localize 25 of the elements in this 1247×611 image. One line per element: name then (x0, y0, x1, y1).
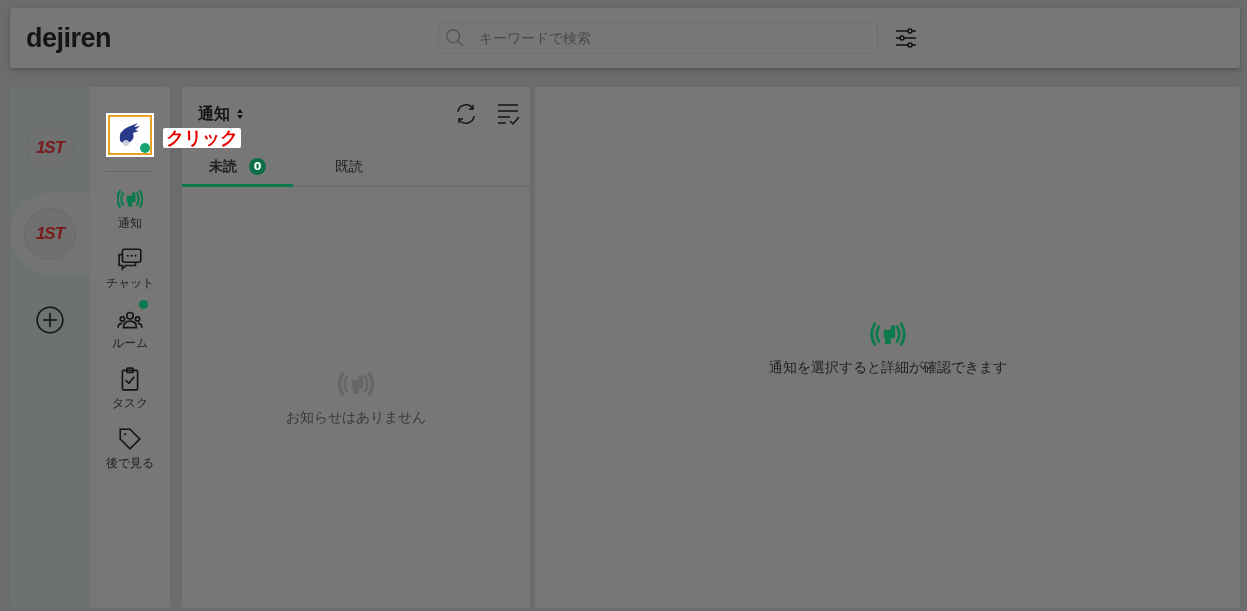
nav-item[interactable]: 後で見る (104, 422, 156, 476)
chat-icon (117, 246, 143, 272)
sort-icon (236, 108, 244, 120)
filter-settings-icon[interactable] (894, 26, 918, 50)
nav-item[interactable]: チャット (104, 242, 156, 296)
refresh-icon[interactable] (454, 102, 478, 126)
workspace-logo[interactable]: 1ST (24, 208, 76, 260)
nav-item[interactable]: 通知 (114, 182, 146, 236)
add-icon[interactable] (36, 306, 64, 334)
click-annotation: クリック (163, 128, 241, 148)
search-icon (444, 27, 466, 49)
detail-hint-message: 通知を選択すると詳細が確認できます (768, 359, 1007, 377)
tag-icon (117, 426, 143, 452)
tab[interactable]: 未読 0 (182, 149, 293, 187)
user-avatar[interactable] (106, 113, 154, 157)
panel-title-sort[interactable]: 通知 (198, 103, 244, 125)
nav-item[interactable]: ルーム (110, 302, 150, 356)
mark-all-read-icon[interactable] (496, 102, 520, 126)
nav-item[interactable]: タスク (110, 362, 150, 416)
tab[interactable]: 既読 (293, 149, 404, 187)
app-logo: dejiren (26, 22, 113, 54)
empty-message: お知らせはありません (286, 409, 426, 427)
count-badge: 0 (248, 158, 267, 175)
badge-dot (139, 300, 148, 309)
workspace-logo[interactable]: 1ST (26, 124, 74, 172)
